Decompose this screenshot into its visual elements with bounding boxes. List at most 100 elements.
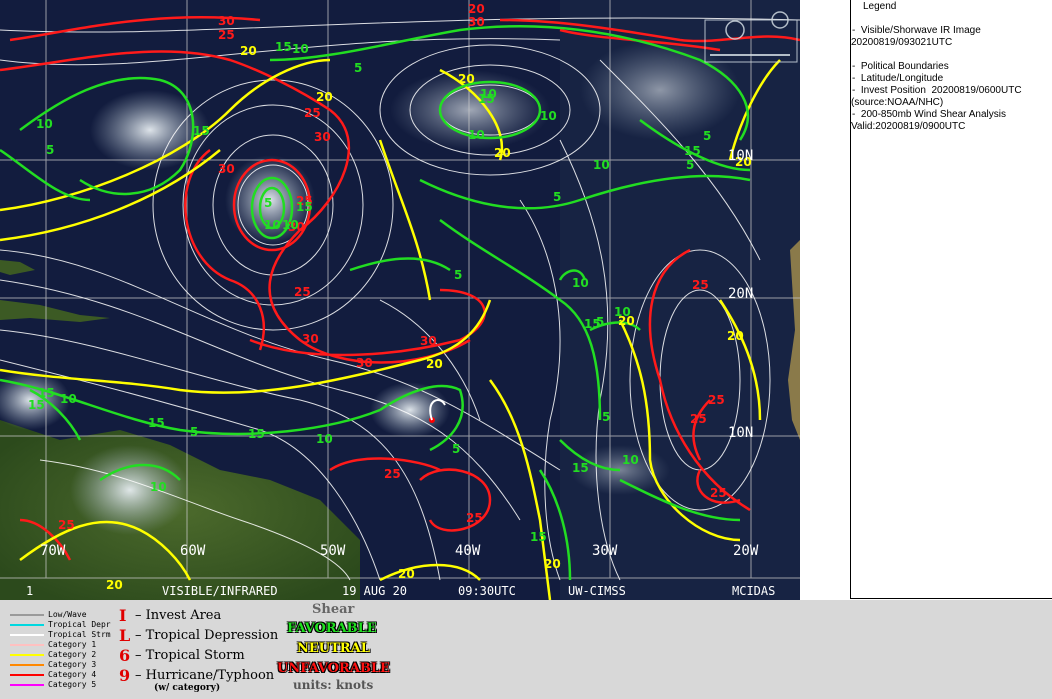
- lon-label-70w: 70W: [40, 543, 66, 559]
- track-color-sample: [10, 634, 44, 636]
- green-contour-label: 10: [468, 128, 485, 142]
- red-contour-label: 30: [218, 14, 235, 28]
- green-contour-label: 10: [282, 218, 299, 232]
- shear-title: Shear: [312, 602, 355, 617]
- satellite-map: 30 25 30 20 25 30 30 25 30 25 30 30 30 25 25 25 25 25 25 25…: [0, 0, 800, 600]
- green-contour-label: 5: [553, 190, 562, 204]
- image-frame-number: 1: [26, 584, 34, 598]
- track-legend-label: Category 3: [48, 660, 97, 669]
- yellow-contour-label: 20: [544, 557, 561, 571]
- lon-label-60w: 60W: [180, 543, 206, 559]
- green-contour-label: 15: [296, 200, 313, 214]
- legend-line: (source:NOAA/NHC): [851, 97, 944, 108]
- right-legend-panel: Legend - Visible/Shorwave IR Image 202008…: [850, 0, 1052, 599]
- legend-line: - Political Boundaries: [852, 61, 949, 72]
- storm-symbol-icon: I: [119, 606, 127, 625]
- image-system: MCIDAS: [732, 584, 776, 598]
- green-contour-label: 5: [596, 315, 605, 329]
- track-legend-label: Tropical Depr: [48, 620, 111, 629]
- yellow-contour-label: 20: [727, 329, 744, 343]
- bottom-legend: Low/Wave Tropical Depr Tropical Strm Catego…: [0, 600, 1052, 699]
- shear-unfavorable: UNFAVORABLE: [277, 661, 390, 676]
- legend-line: - Visible/Shorwave IR Image: [852, 25, 981, 36]
- legend-line: - 200-850mb Wind Shear Analysis: [852, 109, 1006, 120]
- green-contour-label: 5: [602, 410, 611, 424]
- green-contour-label: 10: [593, 158, 610, 172]
- green-contour-label: 10: [316, 432, 333, 446]
- green-contour-label: 15: [684, 144, 701, 158]
- image-time: 09:30UTC: [458, 584, 516, 598]
- green-contour-label: 5: [703, 129, 712, 143]
- green-contour-label: 10: [540, 109, 557, 123]
- storm-symbol-icon: 6: [119, 646, 131, 665]
- green-contour-label: 10: [622, 453, 639, 467]
- track-legend-label: Category 1: [48, 640, 97, 649]
- shear-neutral: NEUTRAL: [297, 641, 370, 656]
- red-contour-label: 25: [692, 278, 709, 292]
- storm-symbol-icon: L: [119, 626, 131, 645]
- track-color-sample: [10, 624, 44, 626]
- red-contour-label: 30: [314, 130, 331, 144]
- green-contour-label: 10: [292, 42, 309, 56]
- red-contour-label: 25: [384, 467, 401, 481]
- track-color-sample: [10, 664, 44, 666]
- track-legend-label: Category 2: [48, 650, 97, 659]
- green-contour-label: 5: [454, 268, 463, 282]
- green-contour-label: 5: [190, 425, 199, 439]
- red-contour-label: 30: [468, 15, 485, 29]
- track-color-sample: [10, 654, 44, 656]
- track-legend-label: Category 5: [48, 680, 97, 689]
- green-contour-label: 5: [46, 143, 55, 157]
- storm-symbol-label: – Tropical Storm: [135, 648, 245, 663]
- storm-symbol-label: – Invest Area: [135, 608, 222, 623]
- yellow-contour-label: 20: [240, 44, 257, 58]
- lat-label-20n: 20N: [728, 286, 754, 302]
- green-contour-label: 15: [275, 40, 292, 54]
- red-contour-label: 25: [710, 486, 727, 500]
- green-contour-label: 10: [264, 218, 281, 232]
- lon-label-40w: 40W: [455, 543, 481, 559]
- track-legend-label: Low/Wave: [48, 610, 87, 619]
- green-contour-label: 5: [354, 61, 363, 75]
- green-contour-label: 10: [150, 480, 167, 494]
- red-contour-label: 30: [420, 334, 437, 348]
- yellow-contour-label: 20: [426, 357, 443, 371]
- lat-label-10n-top: 10N: [728, 148, 754, 164]
- green-contour-label: 10: [36, 117, 53, 131]
- track-legend-label: Tropical Strm: [48, 630, 111, 639]
- green-contour-label: 10: [614, 305, 631, 319]
- green-contour-label: 15: [478, 92, 495, 106]
- image-product: VISIBLE/INFRARED: [162, 584, 278, 598]
- green-contour-label: 5: [452, 442, 461, 456]
- symbol-note: (w/ category): [154, 683, 221, 693]
- legend-title: Legend: [863, 1, 897, 12]
- red-contour-label: 30: [302, 332, 319, 346]
- legend-line: - Invest Position 20200819/0600UTC: [852, 85, 1022, 96]
- track-color-sample: [10, 644, 44, 646]
- red-contour-label: 30: [218, 162, 235, 176]
- yellow-contour-label: 20: [458, 72, 475, 86]
- track-legend-label: Category 4: [48, 670, 97, 679]
- red-contour-label: 25: [218, 28, 235, 42]
- red-contour-label: 25: [466, 511, 483, 525]
- red-contour-label: 25: [58, 518, 75, 532]
- storm-symbol-icon: 9: [119, 666, 131, 685]
- storm-symbol-label: – Tropical Depression: [135, 628, 279, 643]
- shear-favorable: FAVORABLE: [287, 621, 377, 636]
- legend-line: Valid:20200819/0900UTC: [851, 121, 966, 132]
- green-contour-label: 10: [60, 392, 77, 406]
- green-contour-label: 15: [148, 416, 165, 430]
- green-contour-label: 15: [193, 124, 210, 138]
- lon-label-50w: 50W: [320, 543, 346, 559]
- image-date: 19 AUG 20: [342, 584, 408, 598]
- red-contour-label: 25: [708, 393, 725, 407]
- yellow-contour-label: 20: [398, 567, 415, 581]
- green-contour-label: 15: [28, 398, 45, 412]
- yellow-contour-label: 20: [494, 146, 511, 160]
- red-contour-label: 25: [690, 412, 707, 426]
- lat-label-10n: 10N: [728, 425, 754, 441]
- track-color-sample: [10, 674, 44, 676]
- separator: [800, 0, 850, 600]
- shear-units: units: knots: [293, 678, 374, 692]
- green-contour-label: 5: [686, 158, 695, 172]
